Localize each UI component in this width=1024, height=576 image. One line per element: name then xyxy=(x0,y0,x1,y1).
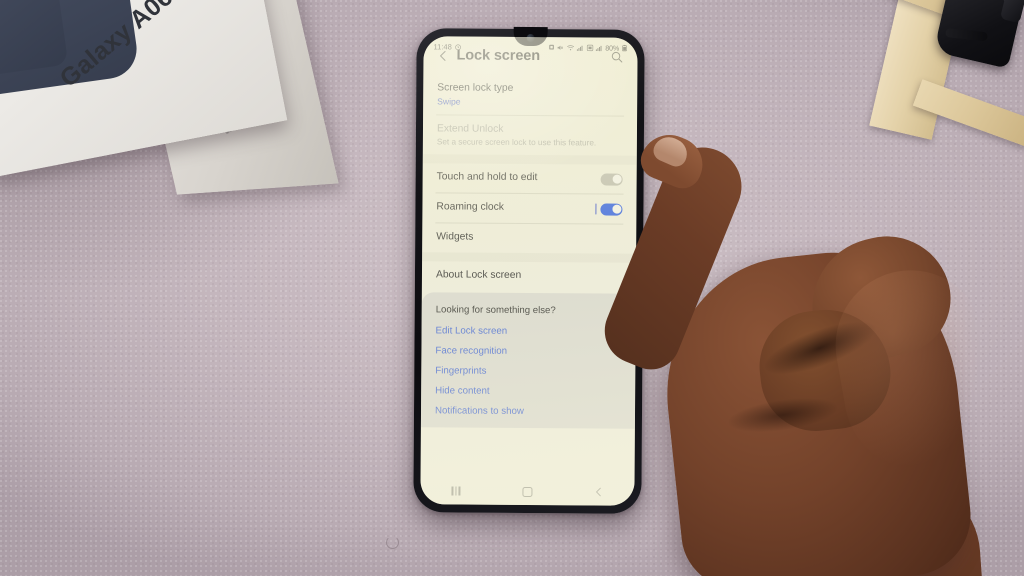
screenshot-icon xyxy=(548,44,554,50)
setting-title: Roaming clock xyxy=(436,201,505,213)
home-icon[interactable] xyxy=(510,481,544,501)
link-edit-lock-screen[interactable]: Edit Lock screen xyxy=(436,322,622,343)
setting-row-roaming-clock[interactable]: Roaming clock xyxy=(422,193,636,223)
setting-title: Touch and hold to edit xyxy=(436,171,538,184)
setting-row-about-lock-screen[interactable]: About Lock screen xyxy=(422,261,636,291)
sim-icon xyxy=(586,44,593,51)
setting-row-widgets[interactable]: Widgets xyxy=(422,223,636,253)
setting-row-screen-lock-type[interactable]: Screen lock type Swipe xyxy=(423,74,637,115)
signal-icon xyxy=(577,45,583,51)
phone-screen[interactable]: 11:48 80% Lock screen Screen lock type S… xyxy=(420,36,638,506)
scene-root: MODEL : SM-A065F/DS COLOR : BLACK CAPACI… xyxy=(0,0,1024,576)
recents-icon[interactable] xyxy=(439,481,473,501)
battery-percent: 80% xyxy=(605,43,620,53)
setting-description: Set a secure screen lock to use this fea… xyxy=(436,137,597,148)
touch-cursor-indicator xyxy=(594,203,597,215)
link-face-recognition[interactable]: Face recognition xyxy=(435,342,621,363)
signal2-icon xyxy=(596,45,602,51)
user-hand xyxy=(594,126,1024,576)
settings-list: Screen lock type Swipe Extend Unlock Set… xyxy=(422,74,638,291)
setting-title: About Lock screen xyxy=(435,269,522,281)
setting-row-touch-and-hold-to-edit[interactable]: Touch and hold to edit xyxy=(423,163,637,193)
mute-icon xyxy=(557,45,564,50)
link-notifications-to-show[interactable]: Notifications to show xyxy=(435,401,621,422)
looking-for-title: Looking for something else? xyxy=(435,304,556,316)
setting-title: Extend Unlock xyxy=(436,123,504,135)
wifi-icon xyxy=(566,44,574,50)
status-time: 11:48 xyxy=(433,41,452,51)
looking-for-something-else-card: Looking for something else? Edit Lock sc… xyxy=(420,291,636,429)
alarm-icon xyxy=(455,43,462,50)
link-fingerprints[interactable]: Fingerprints xyxy=(435,362,621,383)
setting-title: Screen lock type xyxy=(437,82,514,94)
android-nav-bar xyxy=(420,477,635,506)
front-camera-icon xyxy=(526,33,535,43)
setting-row-extend-unlock: Extend Unlock Set a secure screen lock t… xyxy=(423,115,637,156)
desk-scuff-mark xyxy=(386,536,399,549)
link-hide-content[interactable]: Hide content xyxy=(435,382,621,403)
wooden-stand xyxy=(834,0,1024,147)
status-bar-left: 11:48 xyxy=(434,42,462,51)
galaxy-product-box: MODEL : SM-A065F/DS COLOR : BLACK CAPACI… xyxy=(0,0,339,264)
setting-value: Swipe xyxy=(437,96,461,107)
setting-title: Widgets xyxy=(436,231,474,243)
battery-icon xyxy=(622,44,627,51)
status-bar-right: 80% xyxy=(548,43,627,53)
